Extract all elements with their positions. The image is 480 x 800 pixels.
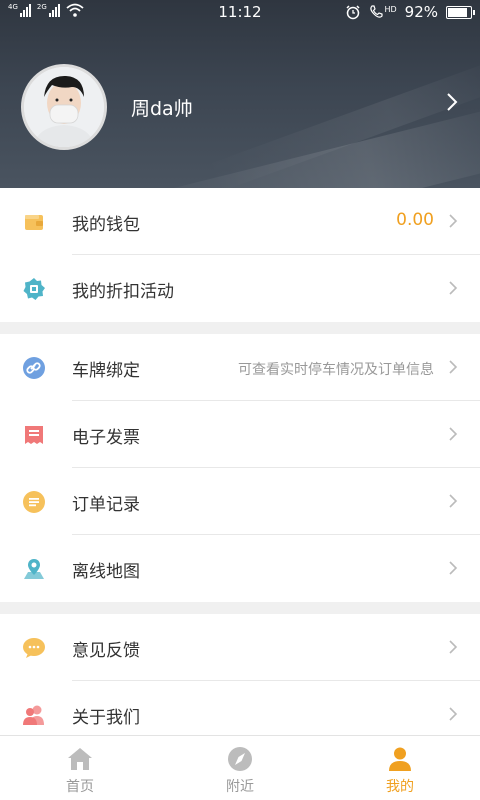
chevron-right-icon: [449, 360, 458, 374]
bottom-tab-bar: 首页 附近 我的: [0, 735, 480, 800]
menu-item-order-history[interactable]: 订单记录: [0, 468, 480, 535]
username: 周da帅: [131, 98, 193, 120]
chevron-right-icon: [449, 561, 458, 575]
user-icon: [389, 747, 411, 771]
battery-icon: [446, 5, 475, 19]
menu-item-label: 车牌绑定: [72, 361, 140, 381]
tab-home[interactable]: 首页: [0, 736, 160, 800]
tab-label: 我的: [386, 779, 414, 795]
chevron-right-icon: [449, 494, 458, 508]
menu-item-offline-map[interactable]: 离线地图: [0, 535, 480, 602]
menu-item-feedback[interactable]: 意见反馈: [0, 614, 480, 681]
wallet-icon: [25, 215, 43, 230]
menu-item-wallet[interactable]: 我的钱包 0.00: [0, 188, 480, 255]
discount-badge-icon: [23, 278, 45, 300]
chevron-right-icon: [447, 93, 458, 111]
order-list-icon: [23, 491, 45, 513]
menu-item-hint: 可查看实时停车情况及订单信息: [238, 362, 434, 378]
menu-group-account: 我的钱包 0.00 我的折扣活动: [0, 188, 480, 322]
compass-icon: [228, 747, 252, 771]
profile-header: 4G 2G 11:12 HD 92% 周da帅: [0, 0, 480, 188]
menu-item-discounts[interactable]: 我的折扣活动: [0, 255, 480, 322]
chevron-right-icon: [449, 707, 458, 721]
menu-group-support: 意见反馈 关于我们: [0, 614, 480, 748]
chevron-right-icon: [449, 640, 458, 654]
tab-mine[interactable]: 我的: [320, 736, 480, 800]
home-icon: [68, 748, 92, 770]
tab-label: 首页: [66, 779, 94, 795]
chevron-right-icon: [449, 427, 458, 441]
wallet-balance: 0.00: [396, 210, 434, 230]
map-pin-icon: [24, 559, 44, 579]
tab-nearby[interactable]: 附近: [160, 736, 320, 800]
menu-item-label: 离线地图: [72, 562, 140, 582]
hd-call-icon: HD: [369, 5, 397, 19]
menu-item-plate-binding[interactable]: 车牌绑定 可查看实时停车情况及订单信息: [0, 334, 480, 401]
menu-item-label: 订单记录: [72, 495, 140, 515]
link-icon: [23, 357, 45, 379]
tab-label: 附近: [226, 779, 254, 795]
menu-item-label: 意见反馈: [72, 641, 140, 661]
chevron-right-icon: [449, 281, 458, 295]
menu-item-label: 我的钱包: [72, 215, 140, 235]
alarm-icon: [346, 5, 360, 20]
status-bar: 4G 2G 11:12 HD 92%: [0, 0, 480, 24]
people-icon: [23, 705, 44, 725]
menu-item-label: 我的折扣活动: [72, 282, 174, 302]
profile-row[interactable]: 周da帅: [0, 62, 480, 150]
avatar[interactable]: [21, 64, 107, 150]
battery-percent: 92%: [404, 3, 438, 21]
chat-bubble-icon: [23, 638, 45, 658]
chevron-right-icon: [449, 214, 458, 228]
menu-item-label: 关于我们: [72, 708, 140, 728]
menu-item-e-invoice[interactable]: 电子发票: [0, 401, 480, 468]
invoice-icon: [25, 426, 43, 444]
menu-group-services: 车牌绑定 可查看实时停车情况及订单信息 电子发票 订单记录 离线地图: [0, 334, 480, 602]
menu-item-label: 电子发票: [72, 428, 140, 448]
avatar-image: [24, 67, 104, 147]
